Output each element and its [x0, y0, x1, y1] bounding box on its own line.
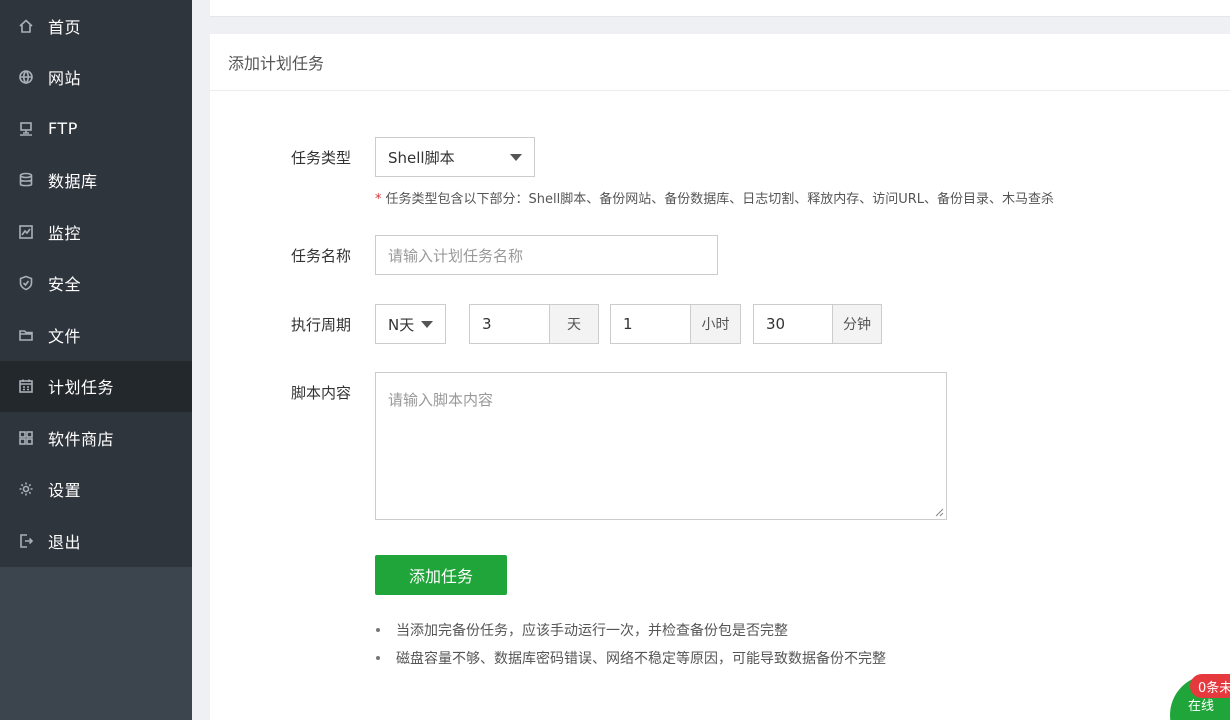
sidebar: 首页 网站 FTP 数据库 监控 安全 文件 计划任务 软件商店 设置 退出 [0, 0, 192, 720]
monitor-icon [17, 223, 35, 241]
gear-icon [17, 480, 35, 498]
list-item: 当添加完备份任务，应该手动运行一次，并检查备份包是否完整 [375, 616, 886, 644]
minutes-input-group: 30 分钟 [753, 304, 882, 344]
sidebar-item-label: 安全 [48, 275, 82, 295]
days-input[interactable]: 3 [470, 305, 550, 343]
chevron-down-icon [421, 320, 433, 328]
shield-icon [17, 274, 35, 292]
minutes-input[interactable]: 30 [754, 305, 833, 343]
task-name-input[interactable]: 请输入计划任务名称 [375, 235, 718, 275]
sidebar-item-label: 数据库 [48, 172, 98, 192]
task-name-placeholder: 请输入计划任务名称 [388, 246, 524, 265]
sidebar-item-label: 网站 [48, 69, 82, 89]
chevron-down-icon [510, 153, 522, 161]
list-item: 磁盘容量不够、数据库密码错误、网络不稳定等原因，可能导致数据备份不完整 [375, 644, 886, 672]
note-text: 磁盘容量不够、数据库密码错误、网络不稳定等原因，可能导致数据备份不完整 [396, 651, 886, 667]
sidebar-item-security[interactable]: 安全 [0, 258, 192, 310]
period-label: 执行周期 [291, 316, 352, 334]
top-panel-edge [210, 0, 1230, 17]
days-input-group: 3 天 [469, 304, 599, 344]
sidebar-item-ftp[interactable]: FTP [0, 103, 192, 155]
hours-input-group: 1 小时 [610, 304, 741, 344]
script-label: 脚本内容 [291, 384, 352, 402]
task-type-select[interactable]: Shell脚本 [375, 137, 535, 177]
script-placeholder: 请输入脚本内容 [388, 391, 494, 409]
notes-list: 当添加完备份任务，应该手动运行一次，并检查备份包是否完整 磁盘容量不够、数据库密… [375, 616, 886, 672]
folder-icon [17, 326, 35, 344]
hours-input[interactable]: 1 [611, 305, 691, 343]
script-textarea[interactable]: 请输入脚本内容 [375, 372, 947, 520]
sidebar-item-home[interactable]: 首页 [0, 0, 192, 52]
unread-badge[interactable]: 0条未 [1190, 674, 1230, 698]
add-task-button[interactable]: 添加任务 [375, 555, 507, 595]
sidebar-item-label: 文件 [48, 326, 82, 346]
hours-unit: 小时 [691, 305, 740, 343]
period-mode-value: N天 [388, 315, 415, 334]
required-star: * [375, 192, 382, 207]
sidebar-item-store[interactable]: 软件商店 [0, 412, 192, 464]
sidebar-item-label: 计划任务 [48, 378, 115, 398]
sidebar-item-monitor[interactable]: 监控 [0, 206, 192, 258]
period-mode-select[interactable]: N天 [375, 304, 446, 344]
sidebar-item-website[interactable]: 网站 [0, 52, 192, 104]
grid-icon [17, 429, 35, 447]
sidebar-item-label: 退出 [48, 532, 82, 552]
sidebar-item-label: 监控 [48, 223, 82, 243]
database-icon [17, 171, 35, 189]
minutes-unit: 分钟 [833, 305, 881, 343]
sidebar-menu: 首页 网站 FTP 数据库 监控 安全 文件 计划任务 软件商店 设置 退出 [0, 0, 192, 567]
sidebar-item-files[interactable]: 文件 [0, 309, 192, 361]
sidebar-item-label: 首页 [48, 17, 82, 37]
panel-title: 添加计划任务 [210, 34, 1230, 91]
sidebar-item-database[interactable]: 数据库 [0, 155, 192, 207]
sidebar-item-logout[interactable]: 退出 [0, 515, 192, 567]
home-icon [17, 17, 35, 35]
main-content: 添加计划任务 任务类型 Shell脚本 * 任务类型包含以下部分：Shell脚本、… [192, 0, 1230, 720]
calendar-icon [17, 377, 35, 395]
sidebar-item-label: FTP [48, 119, 78, 139]
globe-icon [17, 68, 35, 86]
sidebar-item-label: 设置 [48, 481, 82, 501]
note-text: 当添加完备份任务，应该手动运行一次，并检查备份包是否完整 [396, 623, 788, 639]
task-name-label: 任务名称 [291, 247, 352, 265]
sidebar-item-cron[interactable]: 计划任务 [0, 360, 192, 412]
resize-handle-icon[interactable] [935, 508, 944, 517]
add-cron-panel: 添加计划任务 任务类型 Shell脚本 * 任务类型包含以下部分：Shell脚本、… [210, 34, 1230, 720]
bullet-icon [376, 656, 380, 660]
task-type-tip: * 任务类型包含以下部分：Shell脚本、备份网站、备份数据库、日志切割、释放内存… [375, 188, 1054, 207]
sidebar-item-settings[interactable]: 设置 [0, 464, 192, 516]
task-type-tip-text: 任务类型包含以下部分：Shell脚本、备份网站、备份数据库、日志切割、释放内存、… [385, 192, 1055, 207]
logout-icon [17, 532, 35, 550]
ftp-icon [17, 120, 35, 138]
task-type-label: 任务类型 [291, 149, 352, 167]
days-unit: 天 [550, 305, 598, 343]
task-type-value: Shell脚本 [388, 148, 455, 167]
sidebar-item-label: 软件商店 [48, 429, 115, 449]
bullet-icon [376, 628, 380, 632]
